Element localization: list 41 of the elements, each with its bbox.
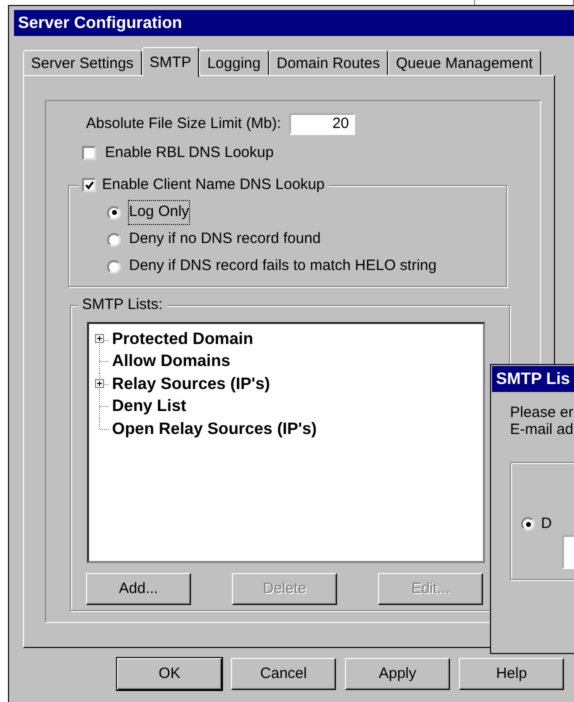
radio-label: Log Only	[129, 201, 190, 224]
button[interactable]: Help	[459, 658, 564, 690]
group-label: SMTP Lists:	[82, 294, 163, 315]
radio-button[interactable]	[107, 232, 121, 246]
checkbox-label: Enable Client Name DNS Lookup	[102, 174, 325, 195]
dialog-text: Please er	[510, 404, 574, 421]
button[interactable]: Cancel	[231, 658, 336, 690]
checkbox[interactable]	[82, 146, 96, 160]
input-field[interactable]: 20	[289, 113, 355, 135]
expand-icon[interactable]	[95, 379, 104, 388]
radio-dot-icon	[526, 522, 530, 526]
tree-item[interactable]: Allow Domains	[112, 349, 230, 374]
dialog-title: SMTP Lis	[496, 370, 570, 388]
check-icon	[84, 180, 94, 190]
button[interactable]: Apply	[345, 658, 450, 690]
tab[interactable]: SMTP	[142, 47, 200, 77]
checkbox-label: Enable RBL DNS Lookup	[105, 142, 274, 163]
dialog-text: E-mail ad	[510, 421, 574, 438]
tab[interactable]: Queue Management	[388, 50, 541, 75]
radio-button[interactable]	[107, 260, 121, 274]
checkbox[interactable]	[82, 178, 96, 192]
tree-item[interactable]: Open Relay Sources (IP's)	[112, 416, 317, 442]
tree-item[interactable]: Relay Sources (IP's)	[112, 372, 270, 397]
tree-item[interactable]: Protected Domain	[112, 326, 254, 352]
expand-icon[interactable]	[95, 334, 104, 343]
radio-label: Deny if DNS record fails to match HELO string	[129, 256, 437, 276]
window-title: Server Configuration	[18, 14, 182, 32]
button[interactable]: OK	[117, 658, 222, 690]
radio-button[interactable]	[107, 206, 121, 220]
tree-line-icon	[99, 372, 109, 396]
radio-label: D	[541, 514, 552, 534]
tree-item[interactable]: Deny List	[112, 394, 186, 420]
tab[interactable]: Domain Routes	[268, 50, 388, 75]
tab[interactable]: Server Settings	[23, 50, 142, 75]
button[interactable]: Add...	[86, 573, 191, 605]
radio-label: Deny if no DNS record found	[129, 229, 321, 250]
tab[interactable]: Logging	[199, 50, 269, 75]
input-field[interactable]	[562, 535, 574, 569]
radio-button[interactable]	[521, 517, 535, 531]
radio-dot-icon	[112, 210, 116, 215]
field-label: Absolute File Size Limit (Mb):	[86, 114, 282, 134]
